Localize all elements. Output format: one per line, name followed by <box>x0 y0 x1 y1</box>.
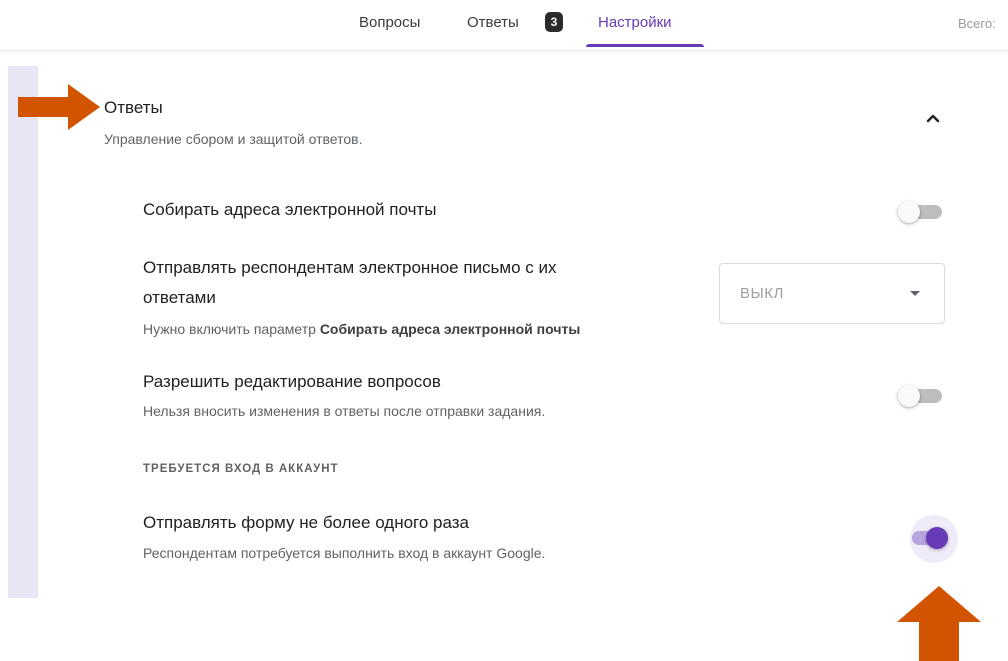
chevron-up-icon <box>926 114 940 123</box>
annotation-arrow-up-icon <box>897 586 981 661</box>
section-title: Ответы <box>104 98 163 117</box>
send-copy-dropdown-value: ВЫКЛ <box>740 285 784 302</box>
collect-email-title: Собирать адреса электронной почты <box>143 200 437 219</box>
login-required-header: ТРЕБУЕТСЯ ВХОД В АККАУНТ <box>143 463 339 475</box>
tab-responses[interactable]: Ответы <box>467 14 519 31</box>
send-copy-hint: Нужно включить параметр Собирать адреса … <box>143 321 580 337</box>
responses-count-badge: 3 <box>545 12 563 32</box>
collect-email-toggle[interactable] <box>898 197 946 225</box>
allow-edit-subtitle: Нельзя вносить изменения в ответы после … <box>143 403 546 419</box>
limit-one-subtitle: Респондентам потребуется выполнить вход … <box>143 545 546 561</box>
tab-questions[interactable]: Вопросы <box>359 14 420 31</box>
tab-settings[interactable]: Настройки <box>598 14 672 31</box>
send-copy-hint-bold: Собирать адреса электронной почты <box>319 321 581 337</box>
section-subtitle: Управление сбором и защитой ответов. <box>104 131 363 147</box>
total-label: Всего: <box>958 16 996 31</box>
allow-edit-toggle[interactable] <box>898 381 946 409</box>
annotation-arrow-right-icon <box>18 84 100 130</box>
tabs-bar: Вопросы Ответы 3 Настройки Всего: <box>0 0 1008 51</box>
collapse-section-button[interactable] <box>917 104 949 132</box>
allow-edit-title: Разрешить редактирование вопросов <box>143 372 441 391</box>
active-tab-indicator <box>586 44 704 47</box>
limit-one-title: Отправлять форму не более одного раза <box>143 513 470 532</box>
send-copy-hint-text: Нужно включить параметр <box>143 321 316 337</box>
send-copy-dropdown[interactable]: ВЫКЛ <box>719 263 945 324</box>
dropdown-arrow-icon <box>910 291 920 296</box>
send-copy-title-line1: Отправлять респондентам электронное пись… <box>143 258 557 277</box>
limit-one-toggle[interactable] <box>904 515 958 563</box>
send-copy-title-line2: ответами <box>143 288 216 307</box>
